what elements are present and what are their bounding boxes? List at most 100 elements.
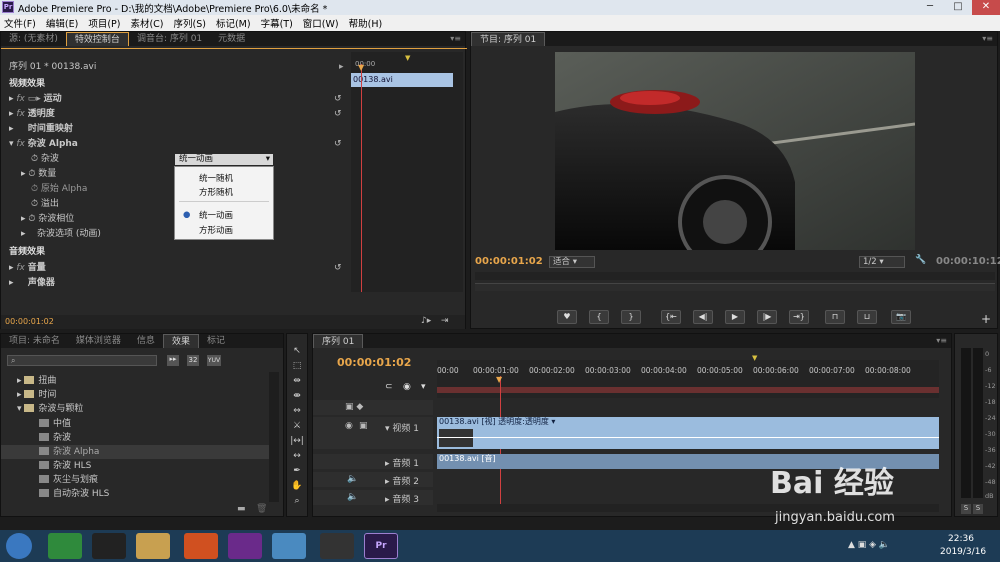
- reset-icon[interactable]: ↺: [334, 94, 342, 104]
- option-uniform-random[interactable]: 统一随机: [199, 172, 233, 184]
- step-forward-button[interactable]: |▶: [757, 310, 777, 324]
- taskbar-app-icon[interactable]: [272, 533, 306, 559]
- program-zoom-bar[interactable]: [475, 283, 995, 291]
- folder-noise-grain[interactable]: ▾ 杂波与颗粒: [1, 402, 271, 416]
- lift-button[interactable]: ⊓: [825, 310, 845, 324]
- new-folder-icon[interactable]: ▬: [237, 504, 246, 514]
- video-track-1-header[interactable]: ◉ ▣ ▾ 视频 1: [313, 417, 433, 449]
- add-marker-icon[interactable]: ▾: [421, 382, 426, 392]
- go-to-in-button[interactable]: {⇤: [661, 310, 681, 324]
- maximize-button[interactable]: □: [944, 0, 972, 15]
- program-video-frame[interactable]: [555, 52, 915, 250]
- mark-out-button[interactable]: }: [621, 310, 641, 324]
- panel-menu-icon[interactable]: ▾≡: [936, 336, 947, 345]
- prop-amount[interactable]: ▸ ⏱ 数量: [21, 167, 56, 182]
- rolling-edit-tool-icon[interactable]: ⇼: [289, 389, 305, 403]
- play-button[interactable]: ▶: [725, 310, 745, 324]
- file-explorer-icon[interactable]: [136, 533, 170, 559]
- program-ruler[interactable]: [475, 272, 995, 280]
- video-clip[interactable]: 00138.avi [视] 透明度:透明度 ▾: [437, 417, 939, 449]
- wrench-icon[interactable]: 🔧: [915, 255, 926, 265]
- accelerated-effects-icon[interactable]: ▸▸: [167, 355, 179, 366]
- mini-playhead[interactable]: [361, 64, 362, 292]
- tab-audio-mixer[interactable]: 调音台: 序列 01: [129, 32, 210, 46]
- work-area-marker-icon[interactable]: ▼: [405, 54, 410, 62]
- prop-noise[interactable]: ⏱ 杂波: [31, 152, 59, 167]
- start-button-icon[interactable]: [6, 533, 32, 559]
- pen-tool-icon[interactable]: ✒: [289, 464, 305, 478]
- firefox-icon[interactable]: [184, 533, 218, 559]
- 32bit-effects-icon[interactable]: 32: [187, 355, 199, 366]
- effect-motion[interactable]: ▸ fx ▭▸ 运动: [9, 92, 62, 107]
- noise-type-dropdown[interactable]: 统一动画 ▾: [175, 154, 273, 165]
- mini-clip[interactable]: 00138.avi: [351, 73, 453, 87]
- tab-metadata[interactable]: 元数据: [210, 32, 253, 46]
- menu-window[interactable]: 窗口(W): [303, 16, 339, 30]
- export-frame-button[interactable]: 📷: [891, 310, 911, 324]
- media-player-icon[interactable]: [228, 533, 262, 559]
- extract-button[interactable]: ⊔: [857, 310, 877, 324]
- clock-time[interactable]: 22:36: [948, 534, 974, 544]
- effect-dust-scratches[interactable]: 灰尘与划痕: [1, 473, 271, 487]
- rate-stretch-tool-icon[interactable]: ⇔: [289, 404, 305, 418]
- loop-audio-icon[interactable]: ♪▸: [421, 316, 431, 326]
- effect-median[interactable]: 中值: [1, 417, 271, 431]
- menu-edit[interactable]: 编辑(E): [46, 16, 78, 30]
- prop-noise-options[interactable]: ▸ 杂波选项 (动画): [21, 227, 101, 242]
- taskbar-app-icon[interactable]: [48, 533, 82, 559]
- project-scrollbar[interactable]: [269, 372, 279, 502]
- work-area-bar[interactable]: [437, 387, 939, 393]
- mark-in-button[interactable]: {: [589, 310, 609, 324]
- button-editor-plus-icon[interactable]: +: [981, 312, 991, 326]
- menu-clip[interactable]: 素材(C): [130, 16, 163, 30]
- effect-panner[interactable]: ▸ 声像器: [9, 276, 55, 291]
- program-timecode[interactable]: 00:00:01:02: [475, 256, 543, 267]
- prop-original-alpha[interactable]: ⏱ 原始 Alpha: [31, 182, 87, 197]
- ripple-edit-tool-icon[interactable]: ⇹: [289, 374, 305, 388]
- tab-effects[interactable]: 效果: [162, 334, 199, 348]
- effect-opacity[interactable]: ▸ fx 透明度: [9, 107, 55, 122]
- effect-noise-alpha-item[interactable]: 杂波 Alpha: [1, 445, 271, 459]
- yuv-effects-icon[interactable]: YUV: [207, 355, 221, 366]
- audio-track-1-header[interactable]: ▸ 音频 1: [313, 454, 433, 469]
- quality-dropdown[interactable]: 1/2 ▾: [859, 256, 905, 268]
- effect-noise[interactable]: 杂波: [1, 431, 271, 445]
- export-icon[interactable]: ⇥: [441, 316, 449, 326]
- effect-mini-timeline[interactable]: 00:00 00138.avi ▼ ▼: [351, 52, 463, 292]
- qq-icon[interactable]: [92, 533, 126, 559]
- reset-icon[interactable]: ↺: [334, 263, 342, 273]
- tray-icons[interactable]: ▲ ▣ ◈ 🔈: [848, 540, 890, 550]
- timeline-timecode[interactable]: 00:00:01:02: [337, 356, 411, 369]
- menu-help[interactable]: 帮助(H): [349, 16, 383, 30]
- fit-dropdown[interactable]: 适合 ▾: [549, 256, 595, 268]
- audio-track-3-header[interactable]: 🔈 ▸ 音频 3: [313, 490, 433, 505]
- panel-menu-icon[interactable]: ▾≡: [450, 34, 461, 43]
- playhead-handle-icon[interactable]: ▼: [496, 375, 502, 384]
- zoom-tool-icon[interactable]: ⌕: [289, 494, 305, 508]
- timeline-ruler[interactable]: 00:00 00:00:01:00 00:00:02:00 00:00:03:0…: [437, 354, 939, 398]
- tab-source[interactable]: 源: (无素材): [1, 32, 66, 46]
- folder-time[interactable]: ▸ 时间: [1, 388, 271, 402]
- selection-tool-icon[interactable]: ↖: [289, 344, 305, 358]
- effect-time-remap[interactable]: ▸ 时间重映射: [9, 122, 73, 137]
- menu-project[interactable]: 项目(P): [88, 16, 120, 30]
- audio-track-2-header[interactable]: 🔈 ▸ 音频 2: [313, 472, 433, 487]
- reset-icon[interactable]: ↺: [334, 139, 342, 149]
- play-only-icon[interactable]: ▸: [339, 62, 344, 72]
- tab-info[interactable]: 信息: [129, 334, 163, 348]
- effect-noise-hls[interactable]: 杂波 HLS: [1, 459, 271, 473]
- effect-volume[interactable]: ▸ fx 音量: [9, 261, 46, 276]
- tab-markers[interactable]: 标记: [199, 334, 233, 348]
- hand-tool-icon[interactable]: ✋: [289, 479, 305, 493]
- track-select-tool-icon[interactable]: ⬚: [289, 359, 305, 373]
- reset-icon[interactable]: ↺: [334, 109, 342, 119]
- panel-menu-icon[interactable]: ▾≡: [982, 34, 993, 43]
- record-icon[interactable]: [320, 533, 354, 559]
- slip-tool-icon[interactable]: |↔|: [289, 434, 305, 448]
- menu-title[interactable]: 字幕(T): [261, 16, 293, 30]
- snap-icon[interactable]: ⊂: [385, 382, 393, 392]
- tab-media-browser[interactable]: 媒体浏览器: [68, 334, 129, 348]
- slide-tool-icon[interactable]: ↔: [289, 449, 305, 463]
- close-button[interactable]: ✕: [972, 0, 1000, 15]
- menu-file[interactable]: 文件(F): [4, 16, 36, 30]
